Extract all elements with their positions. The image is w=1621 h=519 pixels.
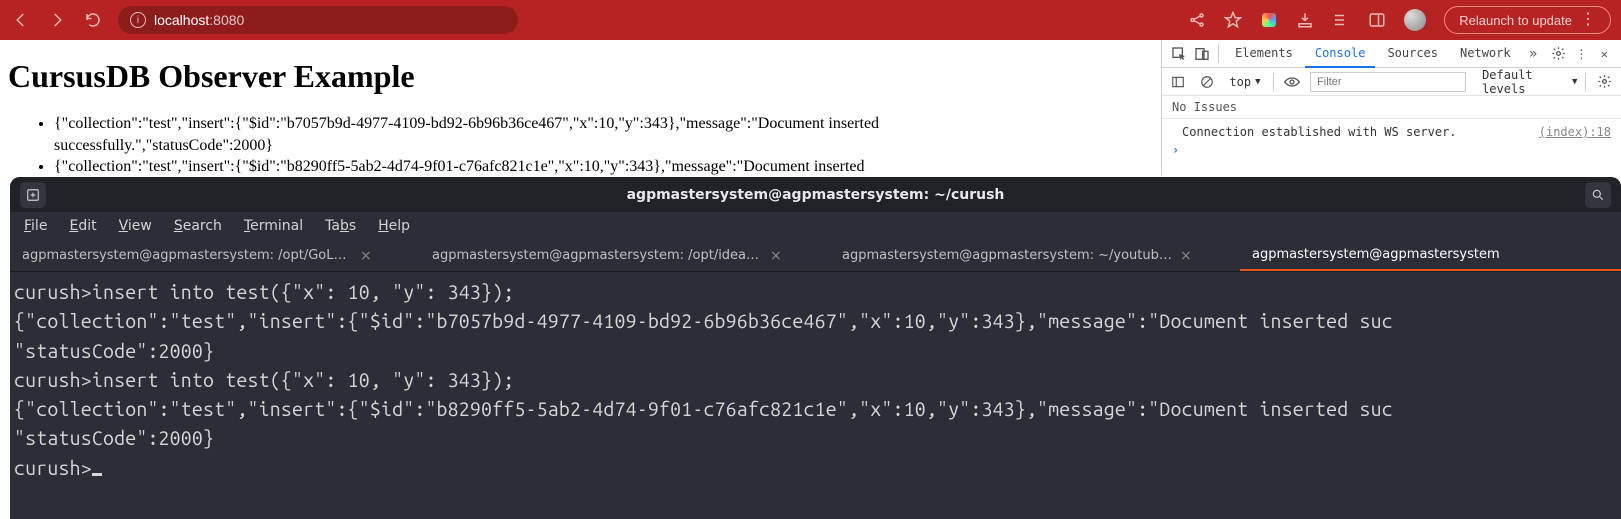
menu-help[interactable]: Help bbox=[378, 218, 410, 234]
terminal-tab[interactable]: agpmastersystem@agpmastersystem bbox=[1240, 240, 1621, 271]
more-tabs-icon[interactable]: » bbox=[1523, 42, 1544, 66]
tab-console[interactable]: Console bbox=[1305, 40, 1376, 68]
close-devtools-icon[interactable]: ✕ bbox=[1594, 42, 1615, 66]
console-prompt[interactable]: › bbox=[1162, 141, 1621, 159]
terminal-tab[interactable]: agpmastersystem@agpmastersystem: /opt/Go… bbox=[10, 240, 420, 271]
console-toolbar: top▼ Default levels▼ bbox=[1162, 68, 1621, 96]
filter-input[interactable] bbox=[1310, 72, 1466, 92]
close-icon[interactable]: × bbox=[360, 248, 372, 264]
browser-toolbar: i localhost:8080 Relaunch to update ⋮ bbox=[0, 0, 1621, 40]
context-selector[interactable]: top▼ bbox=[1225, 75, 1264, 89]
terminal-menubar: File Edit View Search Terminal Tabs Help bbox=[10, 212, 1621, 240]
list-item: {"collection":"test","insert":{"$id":"b7… bbox=[54, 113, 1072, 156]
terminal-output[interactable]: curush>insert into test({"x": 10, "y": 3… bbox=[10, 272, 1621, 489]
install-icon[interactable] bbox=[1296, 11, 1314, 29]
menu-view[interactable]: View bbox=[119, 218, 152, 234]
log-message: Connection established with WS server. bbox=[1182, 125, 1457, 139]
live-expression-icon[interactable] bbox=[1281, 70, 1302, 94]
profile-avatar[interactable] bbox=[1404, 9, 1426, 31]
issues-row[interactable]: No Issues bbox=[1162, 96, 1621, 119]
menu-edit[interactable]: Edit bbox=[69, 218, 96, 234]
console-settings-icon[interactable] bbox=[1594, 70, 1615, 94]
forward-button[interactable] bbox=[46, 11, 68, 29]
reading-list-icon[interactable] bbox=[1332, 11, 1350, 29]
menu-terminal[interactable]: Terminal bbox=[244, 218, 303, 234]
terminal-window: agpmastersystem@agpmastersystem: ~/curus… bbox=[10, 177, 1621, 519]
extension-icon[interactable] bbox=[1260, 11, 1278, 29]
share-icon[interactable] bbox=[1188, 11, 1206, 29]
browser-actions: Relaunch to update ⋮ bbox=[1188, 6, 1611, 34]
new-tab-button[interactable] bbox=[20, 182, 46, 208]
close-icon[interactable]: × bbox=[1180, 248, 1192, 264]
terminal-tab[interactable]: agpmastersystem@agpmastersystem: /opt/id… bbox=[420, 240, 830, 271]
site-info-icon[interactable]: i bbox=[130, 12, 146, 28]
relaunch-button[interactable]: Relaunch to update ⋮ bbox=[1444, 6, 1611, 34]
log-line: Connection established with WS server. (… bbox=[1162, 123, 1621, 141]
terminal-tab[interactable]: agpmastersystem@agpmastersystem: ~/youtu… bbox=[830, 240, 1240, 271]
url-port: :8080 bbox=[209, 12, 244, 28]
menu-search[interactable]: Search bbox=[174, 218, 222, 234]
toggle-sidebar-icon[interactable] bbox=[1168, 70, 1189, 94]
tab-network[interactable]: Network bbox=[1450, 40, 1521, 68]
settings-icon[interactable] bbox=[1548, 42, 1569, 66]
clear-console-icon[interactable] bbox=[1197, 70, 1218, 94]
log-source-link[interactable]: (index):18 bbox=[1539, 125, 1611, 139]
back-button[interactable] bbox=[10, 11, 32, 29]
reload-button[interactable] bbox=[82, 11, 104, 29]
menu-icon[interactable]: ⋮ bbox=[1580, 12, 1596, 28]
console-output: Connection established with WS server. (… bbox=[1162, 119, 1621, 163]
url-host: localhost bbox=[154, 12, 209, 28]
relaunch-label: Relaunch to update bbox=[1459, 13, 1572, 28]
page-title: CursusDB Observer Example bbox=[8, 58, 1072, 95]
devtools-tabbar: Elements Console Sources Network » ⋮ ✕ bbox=[1162, 40, 1621, 68]
devtools-panel: Elements Console Sources Network » ⋮ ✕ t… bbox=[1161, 40, 1621, 175]
terminal-titlebar[interactable]: agpmastersystem@agpmastersystem: ~/curus… bbox=[10, 177, 1621, 212]
terminal-search-button[interactable] bbox=[1585, 182, 1611, 208]
menu-file[interactable]: File bbox=[24, 218, 47, 234]
side-panel-icon[interactable] bbox=[1368, 11, 1386, 29]
terminal-title: agpmastersystem@agpmastersystem: ~/curus… bbox=[627, 187, 1005, 203]
menu-tabs[interactable]: Tabs bbox=[325, 218, 356, 234]
log-levels-selector[interactable]: Default levels▼ bbox=[1482, 68, 1577, 96]
kebab-icon[interactable]: ⋮ bbox=[1571, 42, 1592, 66]
terminal-tabbar: agpmastersystem@agpmastersystem: /opt/Go… bbox=[10, 240, 1621, 272]
tab-sources[interactable]: Sources bbox=[1377, 40, 1448, 68]
inspect-icon[interactable] bbox=[1168, 42, 1189, 66]
close-icon[interactable]: × bbox=[770, 248, 782, 264]
bookmark-icon[interactable] bbox=[1224, 11, 1242, 29]
terminal-cursor bbox=[92, 473, 102, 476]
device-toggle-icon[interactable] bbox=[1191, 42, 1212, 66]
address-bar[interactable]: i localhost:8080 bbox=[118, 6, 518, 34]
tab-elements[interactable]: Elements bbox=[1225, 40, 1303, 68]
